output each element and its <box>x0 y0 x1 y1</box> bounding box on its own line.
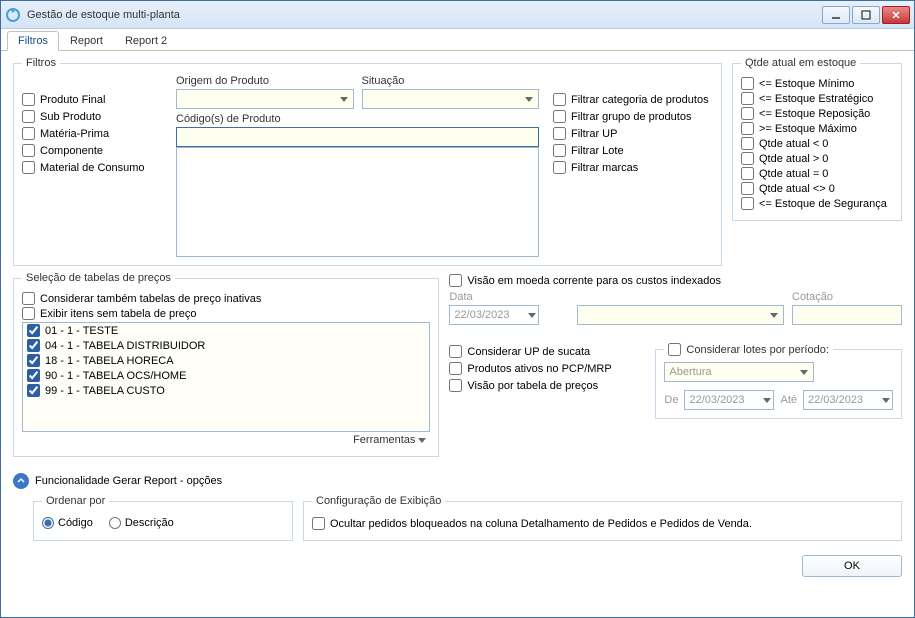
ate-date[interactable]: 22/03/2023 <box>803 390 893 410</box>
codigo-input[interactable] <box>176 127 539 147</box>
price-row[interactable]: 18 - 1 - TABELA HORECA <box>23 353 429 368</box>
cbx-pcp[interactable]: Produtos ativos no PCP/MRP <box>449 362 639 375</box>
chevron-down-icon <box>766 308 781 322</box>
cbx-filtrar-grupo[interactable]: Filtrar grupo de produtos <box>553 110 713 123</box>
cbx-visao-moeda[interactable]: Visão em moeda corrente para os custos i… <box>449 274 902 287</box>
price-row[interactable]: 01 - 1 - TESTE <box>23 323 429 338</box>
cbx-qtde-neq-0[interactable]: Qtde atual <> 0 <box>741 182 893 195</box>
precos-legend: Seleção de tabelas de preços <box>22 272 175 284</box>
cbx-filtrar-lote[interactable]: Filtrar Lote <box>553 144 713 157</box>
config-legend: Configuração de Exibição <box>312 495 445 507</box>
minimize-button[interactable] <box>822 6 850 24</box>
cbx-sem-tabela[interactable]: Exibir itens sem tabela de preço <box>22 307 430 320</box>
situacao-combo[interactable] <box>362 89 540 109</box>
cbx-estoque-seguranca[interactable]: <= Estoque de Segurança <box>741 197 893 210</box>
report-options-header: Funcionalidade Gerar Report - opções <box>35 475 222 487</box>
origem-combo[interactable] <box>176 89 354 109</box>
codigos-list[interactable] <box>176 147 539 257</box>
filtros-group: Filtros Produto Final Sub Produto Matéri… <box>13 57 722 266</box>
de-date[interactable]: 22/03/2023 <box>684 390 774 410</box>
qtde-group: Qtde atual em estoque <= Estoque Mínimo … <box>732 57 902 221</box>
window-title: Gestão de estoque multi-planta <box>27 9 822 21</box>
config-exibicao-group: Configuração de Exibição Ocultar pedidos… <box>303 495 902 541</box>
cotacao-label: Cotação <box>792 291 902 303</box>
price-table-list[interactable]: 01 - 1 - TESTE 04 - 1 - TABELA DISTRIBUI… <box>22 322 430 432</box>
radio-codigo[interactable]: Código <box>42 517 93 529</box>
abertura-combo[interactable]: Abertura <box>664 362 814 382</box>
cbx-sub-produto[interactable]: Sub Produto <box>22 110 162 123</box>
qtde-legend: Qtde atual em estoque <box>741 57 860 69</box>
cbx-qtde-gt-0[interactable]: Qtde atual > 0 <box>741 152 893 165</box>
data-moeda-input[interactable]: 22/03/2023 <box>449 305 539 325</box>
cbx-filtrar-categoria[interactable]: Filtrar categoria de produtos <box>553 93 713 106</box>
price-row[interactable]: 90 - 1 - TABELA OCS/HOME <box>23 368 429 383</box>
codigos-label: Código(s) de Produto <box>176 113 539 125</box>
cbx-filtrar-marcas[interactable]: Filtrar marcas <box>553 161 713 174</box>
cbx-lotes-periodo[interactable]: Considerar lotes por período: <box>668 343 828 356</box>
chevron-down-icon <box>336 92 351 106</box>
app-window: Gestão de estoque multi-planta Filtros R… <box>0 0 915 618</box>
origem-label: Origem do Produto <box>176 75 354 87</box>
content: Filtros Produto Final Sub Produto Matéri… <box>1 51 914 617</box>
maximize-button[interactable] <box>852 6 880 24</box>
cotacao-input[interactable] <box>792 305 902 325</box>
product-type-column: Produto Final Sub Produto Matéria-Prima … <box>22 75 162 257</box>
ordenar-legend: Ordenar por <box>42 495 109 507</box>
price-row[interactable]: 99 - 1 - TABELA CUSTO <box>23 383 429 398</box>
cbx-sucata[interactable]: Considerar UP de sucata <box>449 345 639 358</box>
tab-report[interactable]: Report <box>59 31 114 50</box>
cbx-componente[interactable]: Componente <box>22 144 162 157</box>
cbx-visao-tabela[interactable]: Visão por tabela de preços <box>449 379 639 392</box>
cbx-produto-final[interactable]: Produto Final <box>22 93 162 106</box>
tab-report2[interactable]: Report 2 <box>114 31 178 50</box>
cbx-materia-prima[interactable]: Matéria-Prima <box>22 127 162 140</box>
chevron-down-icon <box>763 394 771 406</box>
chevron-down-icon <box>882 394 890 406</box>
lotes-group: Considerar lotes por período: Abertura D… <box>655 343 902 419</box>
price-row[interactable]: 04 - 1 - TABELA DISTRIBUIDOR <box>23 338 429 353</box>
data-label: Data <box>449 291 569 303</box>
situacao-label: Situação <box>362 75 540 87</box>
ok-button[interactable]: OK <box>802 555 902 577</box>
chevron-down-icon <box>418 438 426 443</box>
filtros-legend: Filtros <box>22 57 60 69</box>
moeda-combo[interactable] <box>577 305 784 325</box>
close-button[interactable] <box>882 6 910 24</box>
cbx-qtde-lt-0[interactable]: Qtde atual < 0 <box>741 137 893 150</box>
cbx-material-consumo[interactable]: Material de Consumo <box>22 161 162 174</box>
cbx-ocultar-pedidos[interactable]: Ocultar pedidos bloqueados na coluna Det… <box>312 517 893 530</box>
cbx-qtde-eq-0[interactable]: Qtde atual = 0 <box>741 167 893 180</box>
ordenar-group: Ordenar por Código Descrição <box>33 495 293 541</box>
chevron-down-icon <box>528 309 536 321</box>
tab-filtros[interactable]: Filtros <box>7 31 59 51</box>
precos-group: Seleção de tabelas de preços Considerar … <box>13 272 439 457</box>
cbx-estoque-minimo[interactable]: <= Estoque Mínimo <box>741 77 893 90</box>
chevron-down-icon <box>521 92 536 106</box>
collapse-icon <box>13 473 29 489</box>
cbx-estoque-reposicao[interactable]: <= Estoque Reposição <box>741 107 893 120</box>
de-label: De <box>664 394 678 406</box>
radio-descricao[interactable]: Descrição <box>109 517 174 529</box>
titlebar: Gestão de estoque multi-planta <box>1 1 914 29</box>
tabstrip: Filtros Report Report 2 <box>1 29 914 51</box>
cbx-filtrar-up[interactable]: Filtrar UP <box>553 127 713 140</box>
chevron-down-icon <box>796 365 811 379</box>
cbx-estoque-maximo[interactable]: >= Estoque Máximo <box>741 122 893 135</box>
app-icon <box>5 7 21 23</box>
cbx-estoque-estrategico[interactable]: <= Estoque Estratégico <box>741 92 893 105</box>
report-options-toggle[interactable]: Funcionalidade Gerar Report - opções <box>13 473 902 489</box>
ferramentas-link[interactable]: Ferramentas <box>353 434 426 446</box>
cbx-inativas[interactable]: Considerar também tabelas de preço inati… <box>22 292 430 305</box>
ate-label: Até <box>780 394 797 406</box>
